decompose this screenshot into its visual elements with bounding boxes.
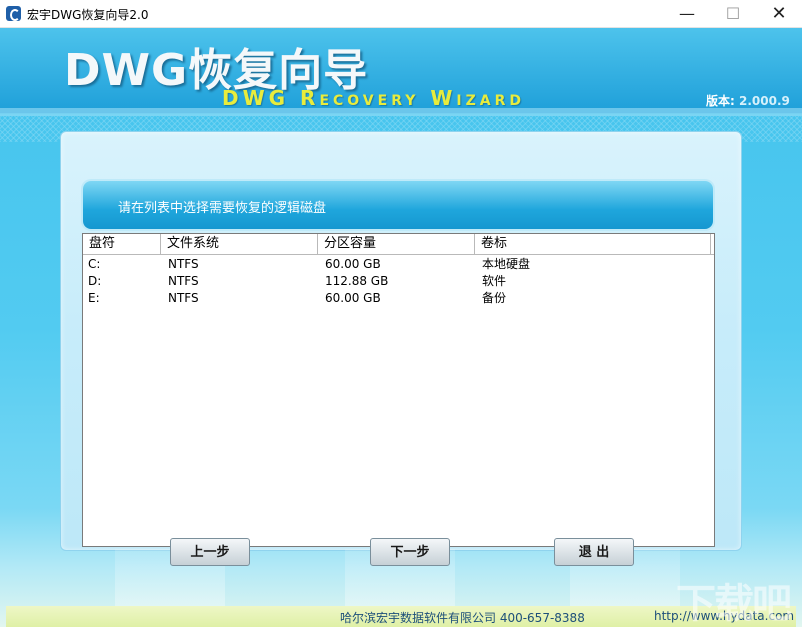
table-row[interactable]: C: NTFS 60.00 GB 本地硬盘 bbox=[83, 256, 714, 273]
exit-button[interactable]: 退 出 bbox=[554, 538, 634, 566]
footer-company-info: 哈尔滨宏宇数据软件有限公司 400-657-8388 bbox=[340, 611, 585, 625]
cell-drive: D: bbox=[88, 274, 102, 288]
disk-list[interactable]: 盘符 文件系统 分区容量 卷标 C: NTFS 60.00 GB 本地硬盘 D:… bbox=[82, 233, 715, 547]
close-button[interactable]: ✕ bbox=[756, 0, 802, 27]
version-value: 2.000.9 bbox=[739, 94, 790, 108]
cell-capacity: 112.88 GB bbox=[325, 274, 389, 288]
title-bar: 宏宇DWG恢复向导2.0 — ☐ ✕ bbox=[0, 0, 802, 28]
cell-filesystem: NTFS bbox=[168, 257, 199, 271]
cell-filesystem: NTFS bbox=[168, 274, 199, 288]
window-title: 宏宇DWG恢复向导2.0 bbox=[27, 8, 149, 22]
app-title-english: DWG Recovery Wizard bbox=[222, 86, 525, 110]
table-row[interactable]: D: NTFS 112.88 GB 软件 bbox=[83, 273, 714, 290]
column-header-volume-label[interactable]: 卷标 bbox=[475, 234, 711, 254]
maximize-button[interactable]: ☐ bbox=[710, 0, 756, 27]
app-client-area: DWG恢复向导 DWG Recovery Wizard 版本: 2.000.9 … bbox=[0, 28, 802, 627]
cell-drive: C: bbox=[88, 257, 101, 271]
cell-drive: E: bbox=[88, 291, 100, 305]
instruction-text: 请在列表中选择需要恢复的逻辑磁盘 bbox=[118, 201, 327, 216]
table-row[interactable]: E: NTFS 60.00 GB 备份 bbox=[83, 290, 714, 307]
instruction-banner: 请在列表中选择需要恢复的逻辑磁盘 bbox=[83, 181, 713, 229]
cell-capacity: 60.00 GB bbox=[325, 291, 381, 305]
prev-step-button[interactable]: 上一步 bbox=[170, 538, 250, 566]
cell-filesystem: NTFS bbox=[168, 291, 199, 305]
next-step-button[interactable]: 下一步 bbox=[370, 538, 450, 566]
list-header: 盘符 文件系统 分区容量 卷标 bbox=[83, 234, 714, 255]
minimize-button[interactable]: — bbox=[664, 0, 710, 27]
cell-volume-label: 软件 bbox=[482, 274, 507, 288]
watermark-logo: 下载吧 bbox=[676, 581, 792, 627]
app-logo-icon bbox=[6, 6, 21, 21]
cell-volume-label: 备份 bbox=[482, 291, 507, 305]
cell-capacity: 60.00 GB bbox=[325, 257, 381, 271]
column-header-capacity[interactable]: 分区容量 bbox=[318, 234, 475, 254]
column-header-filesystem[interactable]: 文件系统 bbox=[161, 234, 318, 254]
cell-volume-label: 本地硬盘 bbox=[482, 257, 531, 271]
version-info: 版本: 2.000.9 bbox=[706, 92, 790, 109]
column-header-drive[interactable]: 盘符 bbox=[83, 234, 161, 254]
version-label: 版本: bbox=[706, 94, 735, 108]
